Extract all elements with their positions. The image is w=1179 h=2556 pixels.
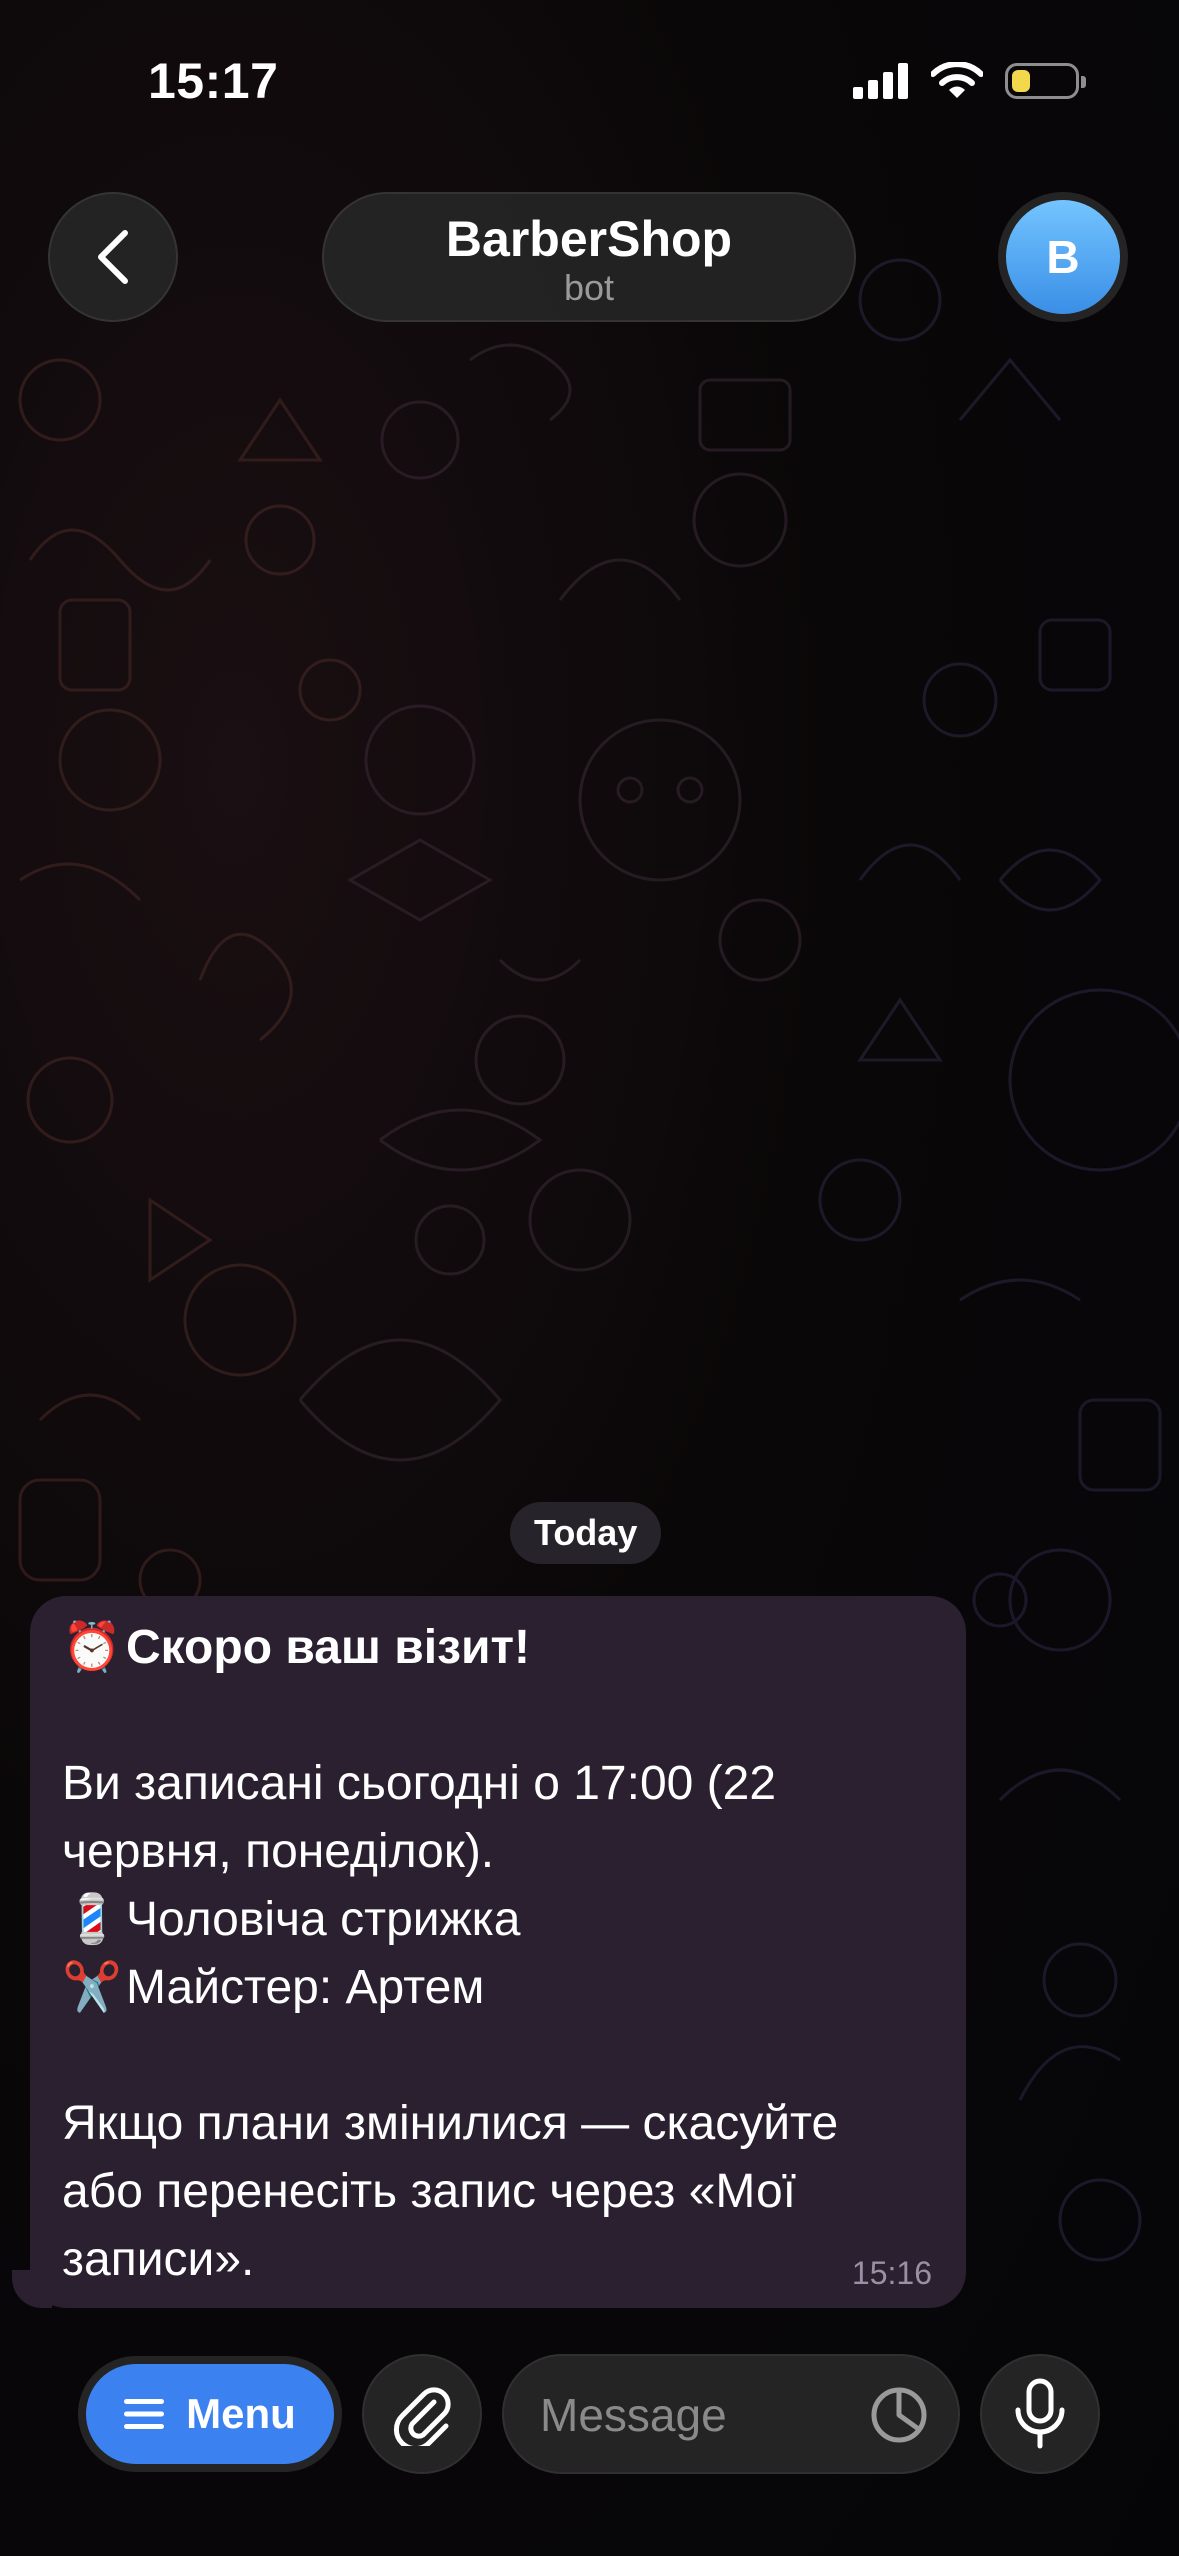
message-title: Скоро ваш візит! [126,1621,530,1674]
message-input[interactable] [538,2356,842,2474]
menu-button[interactable]: Menu [86,2364,334,2464]
message-line-3: Якщо плани змінилися — скасуйте [62,2097,839,2150]
message-line-4: або перенесіть запис через «Мої [62,2165,796,2218]
message-line-5: записи». [62,2233,255,2286]
status-bar: 15:17 [0,0,1179,170]
date-separator: Today [510,1502,662,1564]
chat-subtitle: bot [563,267,615,308]
cellular-signal-icon [853,63,908,99]
message-service: Чоловіча стрижка [126,1893,521,1946]
status-time: 15:17 [148,53,279,109]
attach-button[interactable] [362,2354,482,2474]
chat-screen: 15:17 BarberShop bot B Today ⏰Скоро ваш … [0,0,1179,2556]
avatar-button[interactable]: B [998,192,1128,322]
microphone-button[interactable] [980,2354,1100,2474]
avatar: B [1006,200,1120,314]
back-button[interactable] [48,192,178,322]
message-master-line: ✂️Майстер: Артем [62,1954,934,2022]
chat-title: BarberShop [445,211,733,267]
menu-button-wrapper: Menu [78,2356,342,2472]
alarm-clock-icon: ⏰ [62,1621,122,1674]
wifi-icon [931,62,983,98]
message-master: Майстер: Артем [126,1961,485,2014]
status-icons [853,62,1086,100]
paperclip-icon [393,2387,451,2446]
message-title-line: ⏰Скоро ваш візит! [62,1614,934,1682]
message-input-container [502,2354,960,2474]
sticker-icon[interactable] [870,2386,928,2444]
chat-title-header[interactable]: BarberShop bot [322,192,856,322]
battery-level-fill [1012,70,1030,92]
message-timestamp: 15:16 [851,2255,932,2291]
battery-icon [1005,63,1086,99]
message-line-1: Ви записані сьогодні о 17:00 (22 [62,1757,777,1810]
menu-label: Menu [186,2390,296,2437]
barber-pole-icon: 💈 [62,1893,122,1946]
hamburger-icon [124,2399,165,2429]
message-service-line: 💈Чоловіча стрижка [62,1886,934,1954]
microphone-icon [1015,2378,1065,2449]
scissors-icon: ✂️ [62,1961,122,2014]
message-bubble[interactable]: ⏰Скоро ваш візит! Ви записані сьогодні о… [30,1596,966,2308]
chevron-left-icon [98,230,128,284]
message-line-2: червня, понеділок). [62,1825,495,1878]
